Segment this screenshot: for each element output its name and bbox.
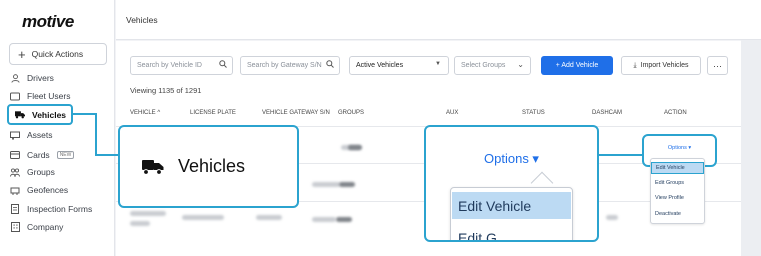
sidebar-item-label: Geofences (27, 185, 69, 195)
import-icon: ⤓ (633, 61, 637, 69)
new-badge: NEW (56, 151, 75, 159)
deactivate-menu-item[interactable]: Deactivate (651, 211, 704, 217)
search-gateway-placeholder: Search by Gateway S/N (247, 62, 322, 69)
column-header-action: ACTION (664, 110, 687, 116)
search-icon (219, 60, 227, 70)
column-header-dashcam: DASHCAM (592, 110, 623, 116)
groups-icon (10, 167, 20, 177)
sidebar-item-vehicles[interactable]: Vehicles (7, 104, 73, 125)
search-gateway-input[interactable]: Search by Gateway S/N (240, 56, 340, 75)
sidebar-item-label: Groups (27, 167, 55, 177)
blurred-cell (312, 217, 336, 222)
view-profile-menu-item[interactable]: View Profile (651, 195, 704, 201)
vehicles-callout-label: Vehicles (178, 156, 246, 176)
edit-vehicle-menu-item[interactable]: Edit Vehicle (452, 192, 571, 219)
column-header-license-plate: LICENSE PLATE (190, 110, 236, 116)
callout-connector (73, 113, 97, 115)
column-header-groups: GROUPS (338, 110, 365, 116)
sidebar-item-label: Assets (27, 130, 53, 140)
sidebar-item-label: Cards (27, 150, 50, 160)
options-zoom-callout: Options ▾ Edit Vehicle Edit G (424, 125, 599, 242)
sidebar-item-label: Vehicles (32, 109, 67, 120)
callout-connector (599, 154, 643, 156)
sidebar-item-groups[interactable]: Groups (10, 165, 55, 179)
right-gutter (741, 40, 761, 256)
viewing-count: Viewing 1135 of 1291 (130, 86, 202, 95)
edit-groups-menu-item[interactable]: Edit Groups (651, 180, 704, 186)
groups-select[interactable]: Select Groups ⌄ (454, 56, 531, 75)
users-icon (10, 91, 20, 101)
search-vehicle-input[interactable]: Search by Vehicle ID (130, 56, 233, 75)
chevron-down-icon: ⌄ (517, 60, 524, 69)
building-icon (10, 222, 20, 232)
callout-connector (95, 154, 119, 156)
options-callout-label[interactable]: Options ▾ (426, 151, 597, 167)
sidebar: motive + Quick Actions Drivers Fleet Use… (0, 0, 115, 256)
card-icon (10, 150, 20, 160)
column-header-status: STATUS (522, 110, 545, 116)
motive-logo[interactable]: motive (22, 12, 74, 32)
page-title: Vehicles (126, 15, 158, 25)
quick-actions-label: Quick Actions (31, 49, 84, 59)
trailer-icon (10, 130, 20, 140)
groups-placeholder: Select Groups (461, 62, 506, 69)
truck-icon (15, 110, 25, 120)
blurred-cell (130, 221, 150, 226)
import-vehicles-label: Import Vehicles (640, 62, 689, 69)
quick-actions-button[interactable]: + Quick Actions (9, 43, 107, 65)
sidebar-item-geofences[interactable]: Geofences (10, 183, 68, 197)
column-header-gateway: VEHICLE GATEWAY S/N (262, 110, 330, 116)
chevron-down-icon: ▼ (435, 61, 441, 67)
column-header-vehicle[interactable]: VEHICLE ^ (130, 110, 160, 116)
edit-groups-menu-item[interactable]: Edit G (458, 230, 497, 240)
sidebar-item-company[interactable]: Company (10, 220, 63, 234)
blurred-cell (182, 215, 224, 220)
sidebar-item-fleet-users[interactable]: Fleet Users (10, 89, 70, 103)
sidebar-item-cards[interactable]: Cards NEW (10, 148, 75, 162)
column-header-aux: AUX (446, 110, 459, 116)
geofence-icon (10, 185, 20, 195)
blurred-cell (130, 211, 166, 216)
plus-icon: + (18, 46, 26, 62)
vehicles-zoom-callout: Vehicles (118, 125, 299, 208)
options-popup: Edit Vehicle Edit G (450, 187, 573, 240)
sidebar-item-label: Fleet Users (27, 91, 71, 101)
truck-icon (142, 159, 164, 175)
options-button-label[interactable]: Options ▾ (644, 145, 715, 151)
blurred-cell (256, 215, 282, 220)
table-header: VEHICLE ^ LICENSE PLATE VEHICLE GATEWAY … (130, 110, 730, 120)
search-vehicle-placeholder: Search by Vehicle ID (137, 62, 202, 69)
blurred-cell (312, 182, 340, 187)
status-filter-value: Active Vehicles (356, 62, 404, 69)
more-options-button[interactable]: ··· (707, 56, 728, 75)
import-vehicles-button[interactable]: ⤓ Import Vehicles (621, 56, 701, 75)
edit-vehicle-menu-item[interactable]: Edit Vehicle (651, 162, 704, 174)
blurred-cell (339, 182, 355, 187)
options-dropdown-menu: Edit Vehicle Edit Groups View Profile De… (650, 158, 705, 224)
add-vehicle-button[interactable]: + Add Vehicle (541, 56, 613, 75)
sidebar-item-label: Drivers (27, 73, 54, 83)
callout-connector (95, 113, 97, 155)
status-filter-select[interactable]: Active Vehicles ▼ (349, 56, 449, 75)
top-bar: Vehicles (116, 0, 761, 40)
blurred-cell (336, 217, 352, 222)
blurred-cell (348, 145, 362, 150)
sidebar-item-label: Inspection Forms (27, 204, 93, 214)
sidebar-item-label: Company (27, 222, 64, 232)
sidebar-item-assets[interactable]: Assets (10, 128, 53, 142)
person-icon (10, 73, 20, 83)
sidebar-item-drivers[interactable]: Drivers (10, 71, 54, 85)
form-icon (10, 204, 20, 214)
sidebar-item-inspection-forms[interactable]: Inspection Forms (10, 202, 92, 216)
blurred-cell (606, 215, 618, 220)
search-icon (326, 60, 334, 70)
